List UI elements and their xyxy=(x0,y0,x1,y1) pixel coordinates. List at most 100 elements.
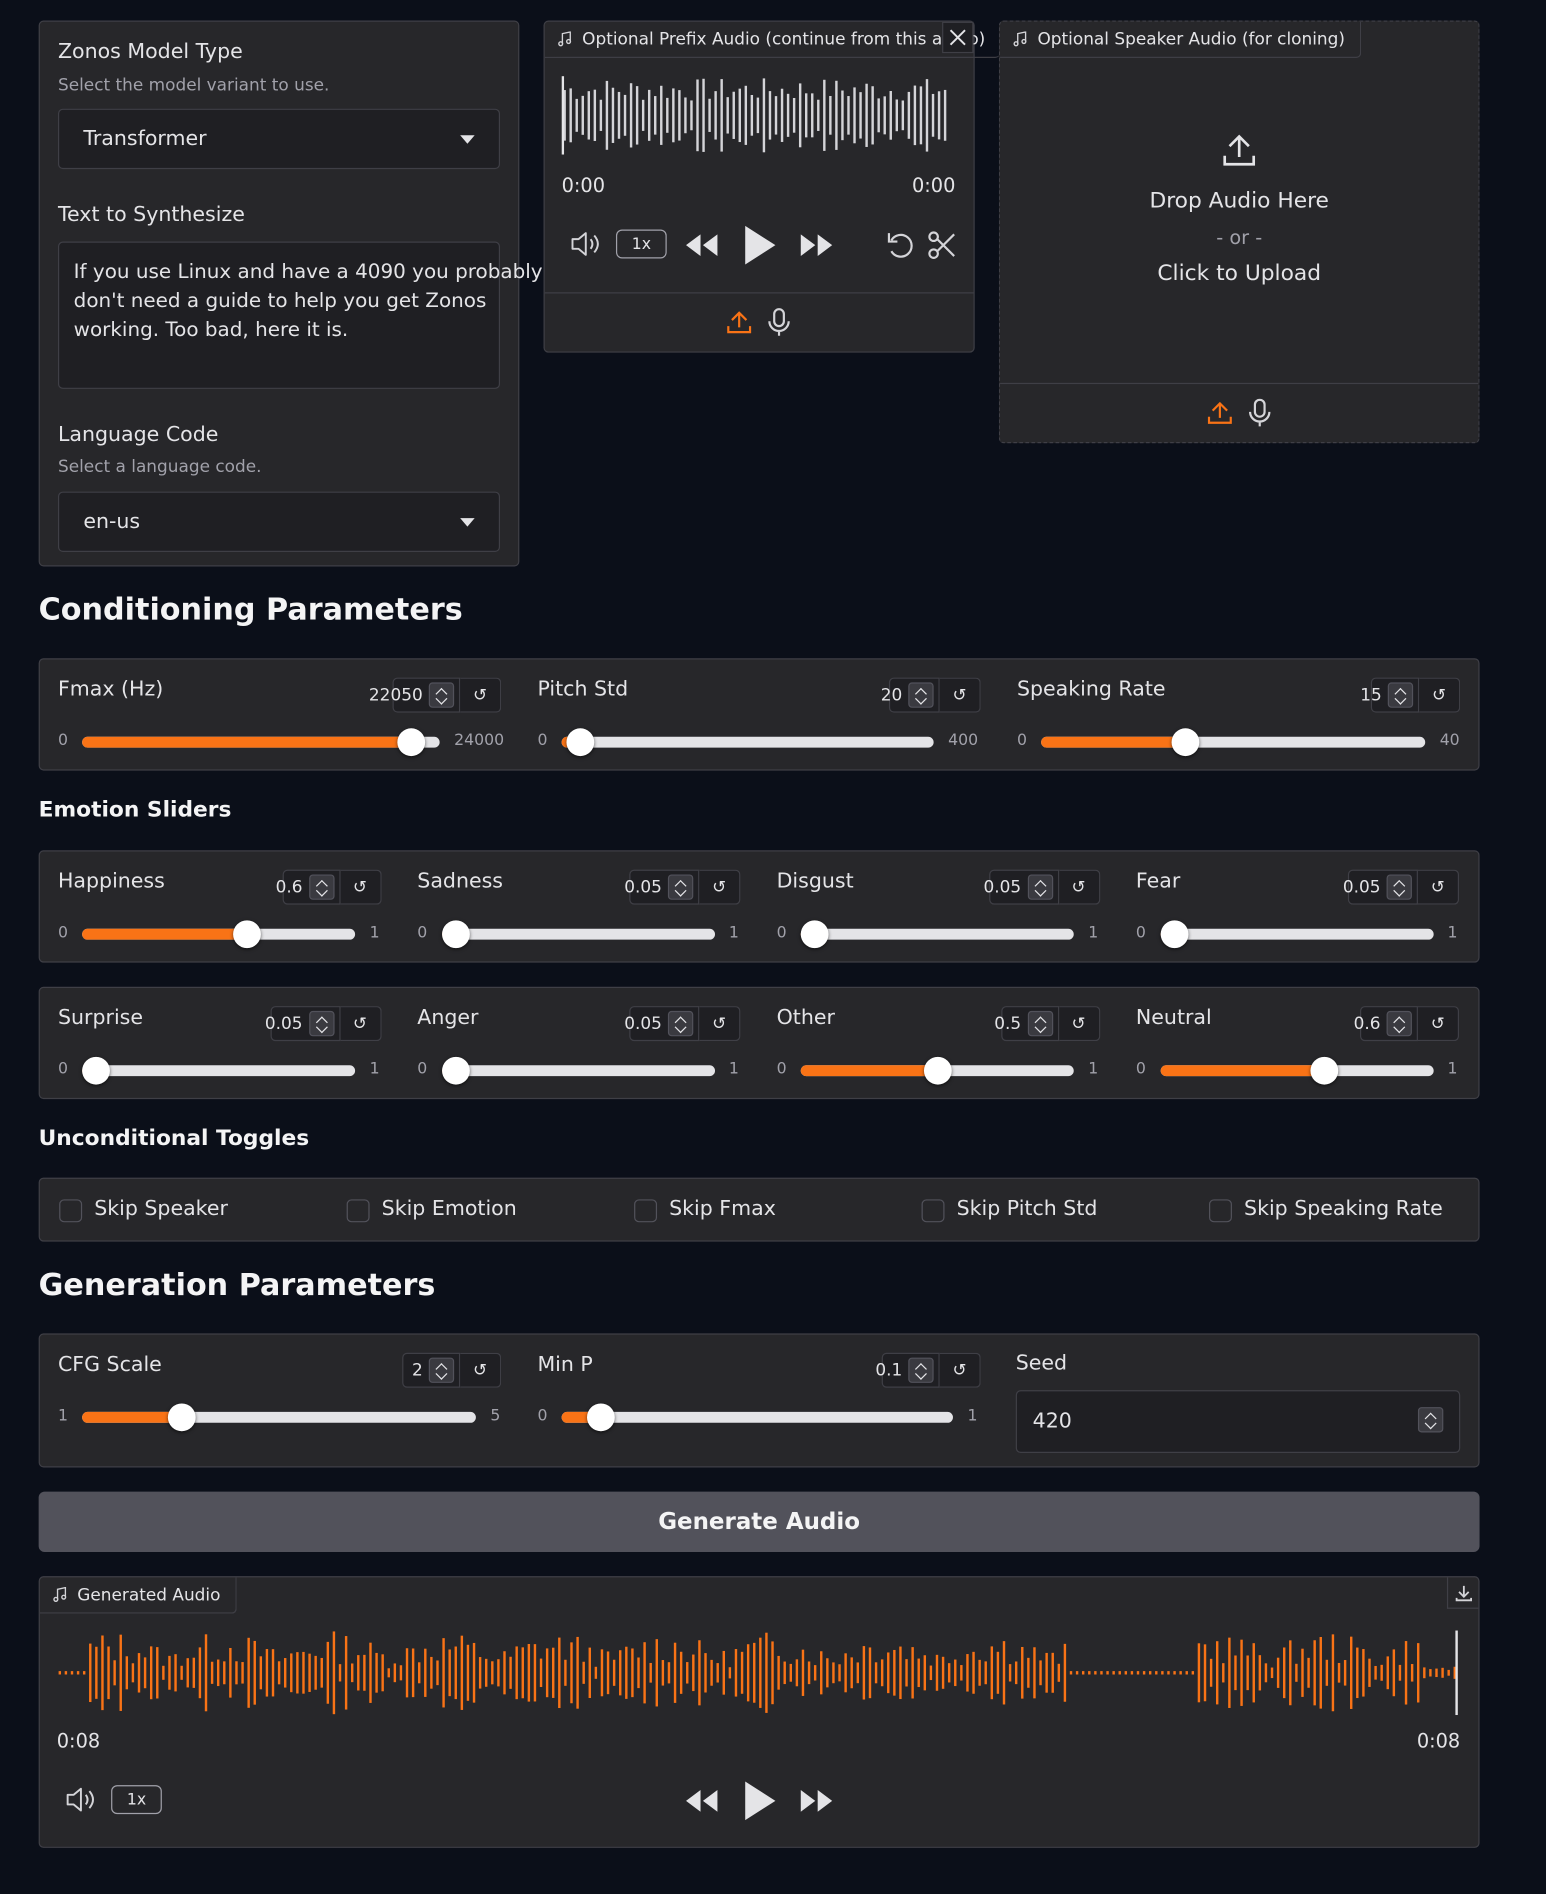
model-type-dropdown[interactable]: Transformer xyxy=(57,108,501,170)
fmax-hz-slider[interactable] xyxy=(82,728,440,757)
cfg-scale-slider[interactable] xyxy=(82,1403,476,1432)
neutral-reset-button[interactable]: ↺ xyxy=(1417,1006,1460,1042)
anger-number-input[interactable]: 0.05 xyxy=(624,1006,700,1042)
neutral-slider[interactable] xyxy=(1160,1056,1434,1085)
volume-icon[interactable] xyxy=(569,229,603,258)
min-p-stepper[interactable] xyxy=(908,1357,934,1383)
surprise-slider[interactable] xyxy=(82,1056,356,1085)
speaking-rate-slider-thumb[interactable] xyxy=(1171,728,1200,757)
fmax-hz-slider-thumb[interactable] xyxy=(397,728,426,757)
min-p-slider-thumb[interactable] xyxy=(587,1403,616,1432)
pitch-std-slider[interactable] xyxy=(561,728,934,757)
fear-slider[interactable] xyxy=(1160,920,1434,949)
disgust-value: 0.05 xyxy=(983,877,1022,897)
happiness-slider-thumb[interactable] xyxy=(232,920,261,949)
microphone-icon[interactable] xyxy=(767,308,791,337)
disgust-reset-button[interactable]: ↺ xyxy=(1058,869,1100,905)
happiness-slider[interactable] xyxy=(82,920,356,949)
neutral-stepper[interactable] xyxy=(1386,1010,1412,1037)
speaking-rate-slider[interactable] xyxy=(1041,728,1426,757)
skip-fmax-checkbox[interactable] xyxy=(634,1199,658,1223)
min-p-reset-button[interactable]: ↺ xyxy=(939,1352,981,1388)
surprise-reset-button[interactable]: ↺ xyxy=(339,1006,382,1042)
pitch-std-number-input[interactable]: 20 xyxy=(881,677,940,713)
forward-icon[interactable] xyxy=(798,232,834,259)
neutral-slider-thumb[interactable] xyxy=(1310,1056,1339,1085)
surprise-stepper[interactable] xyxy=(308,1010,334,1037)
pitch-std-reset-button[interactable]: ↺ xyxy=(939,677,981,713)
happiness-reset-button[interactable]: ↺ xyxy=(339,869,382,905)
disgust-slider-thumb[interactable] xyxy=(801,920,829,949)
cfg-scale-stepper[interactable] xyxy=(428,1357,455,1383)
anger-slider[interactable] xyxy=(441,1056,715,1085)
min-p-number-input[interactable]: 0.1 xyxy=(875,1352,940,1388)
disgust-number-input[interactable]: 0.05 xyxy=(984,869,1059,905)
neutral-number-input[interactable]: 0.6 xyxy=(1354,1006,1418,1042)
anger-reset-button[interactable]: ↺ xyxy=(699,1006,741,1042)
other-stepper[interactable] xyxy=(1027,1010,1053,1037)
speaking-rate-stepper[interactable] xyxy=(1387,682,1414,708)
fear-stepper[interactable] xyxy=(1386,874,1412,900)
fear-slider-thumb[interactable] xyxy=(1160,920,1189,949)
anger-slider-thumb[interactable] xyxy=(441,1056,470,1085)
upload-icon[interactable] xyxy=(726,309,753,336)
min-p-slider[interactable] xyxy=(561,1403,953,1432)
speaking-rate-number-input[interactable]: 15 xyxy=(1360,677,1420,713)
waveform-bar xyxy=(1008,1664,1012,1682)
forward-icon[interactable] xyxy=(798,1788,834,1815)
speaking-rate-reset-button[interactable]: ↺ xyxy=(1419,677,1461,713)
other-reset-button[interactable]: ↺ xyxy=(1058,1006,1100,1042)
anger-stepper[interactable] xyxy=(667,1010,694,1037)
playback-rate-button[interactable]: 1x xyxy=(111,1785,162,1815)
rewind-icon[interactable] xyxy=(684,1788,720,1815)
seed-stepper[interactable] xyxy=(1417,1407,1444,1433)
surprise-slider-thumb[interactable] xyxy=(82,1056,111,1085)
upload-icon[interactable] xyxy=(1207,400,1234,427)
skip-emotion-checkbox[interactable] xyxy=(346,1199,370,1223)
speaker-drop-zone[interactable]: Drop Audio Here - or - Click to Upload xyxy=(1000,70,1478,372)
volume-icon[interactable] xyxy=(64,1785,98,1814)
pitch-std-stepper[interactable] xyxy=(908,682,934,708)
sadness-value: 0.05 xyxy=(624,877,662,897)
other-slider[interactable] xyxy=(800,1056,1074,1085)
undo-icon[interactable] xyxy=(885,229,916,260)
rewind-icon[interactable] xyxy=(684,232,720,259)
generated-waveform[interactable] xyxy=(57,1630,1463,1716)
fear-reset-button[interactable]: ↺ xyxy=(1417,869,1460,905)
sadness-stepper[interactable] xyxy=(667,874,694,900)
happiness-stepper[interactable] xyxy=(308,874,334,900)
other-slider-thumb[interactable] xyxy=(923,1056,952,1085)
close-button[interactable] xyxy=(942,21,974,54)
fmax-hz-number-input[interactable]: 22050 xyxy=(369,677,461,713)
disgust-stepper[interactable] xyxy=(1027,874,1053,900)
sadness-slider[interactable] xyxy=(441,920,715,949)
sadness-number-input[interactable]: 0.05 xyxy=(624,869,700,905)
fmax-hz-stepper[interactable] xyxy=(428,682,455,708)
skip-speaker-checkbox[interactable] xyxy=(59,1199,83,1223)
generate-audio-button[interactable]: Generate Audio xyxy=(38,1491,1480,1553)
scissors-icon[interactable] xyxy=(926,229,957,260)
cfg-scale-slider-thumb[interactable] xyxy=(167,1403,196,1432)
sadness-reset-button[interactable]: ↺ xyxy=(699,869,741,905)
language-code-dropdown[interactable]: en-us xyxy=(57,491,501,552)
play-icon[interactable] xyxy=(742,1779,778,1822)
happiness-number-input[interactable]: 0.6 xyxy=(276,869,340,905)
cfg-scale-number-input[interactable]: 2 xyxy=(402,1352,461,1388)
skip-pitch-std-checkbox[interactable] xyxy=(921,1199,945,1223)
microphone-icon[interactable] xyxy=(1248,398,1272,428)
download-button[interactable] xyxy=(1446,1577,1479,1609)
fear-number-input[interactable]: 0.05 xyxy=(1343,869,1418,905)
cfg-scale-reset-button[interactable]: ↺ xyxy=(460,1352,502,1388)
play-icon[interactable] xyxy=(742,223,778,266)
sadness-slider-thumb[interactable] xyxy=(441,920,470,949)
pitch-std-slider-thumb[interactable] xyxy=(566,728,595,757)
text-synthesize-input[interactable]: If you use Linux and have a 4090 you pro… xyxy=(57,241,543,389)
other-number-input[interactable]: 0.5 xyxy=(994,1006,1059,1042)
surprise-number-input[interactable]: 0.05 xyxy=(265,1006,340,1042)
prefix-waveform[interactable] xyxy=(561,76,958,155)
seed-input[interactable]: 420 xyxy=(1015,1390,1461,1453)
fmax-hz-reset-button[interactable]: ↺ xyxy=(460,677,502,713)
disgust-slider[interactable] xyxy=(800,920,1074,949)
playback-rate-button[interactable]: 1x xyxy=(615,229,667,259)
skip-speaking-rate-checkbox[interactable] xyxy=(1209,1199,1232,1223)
